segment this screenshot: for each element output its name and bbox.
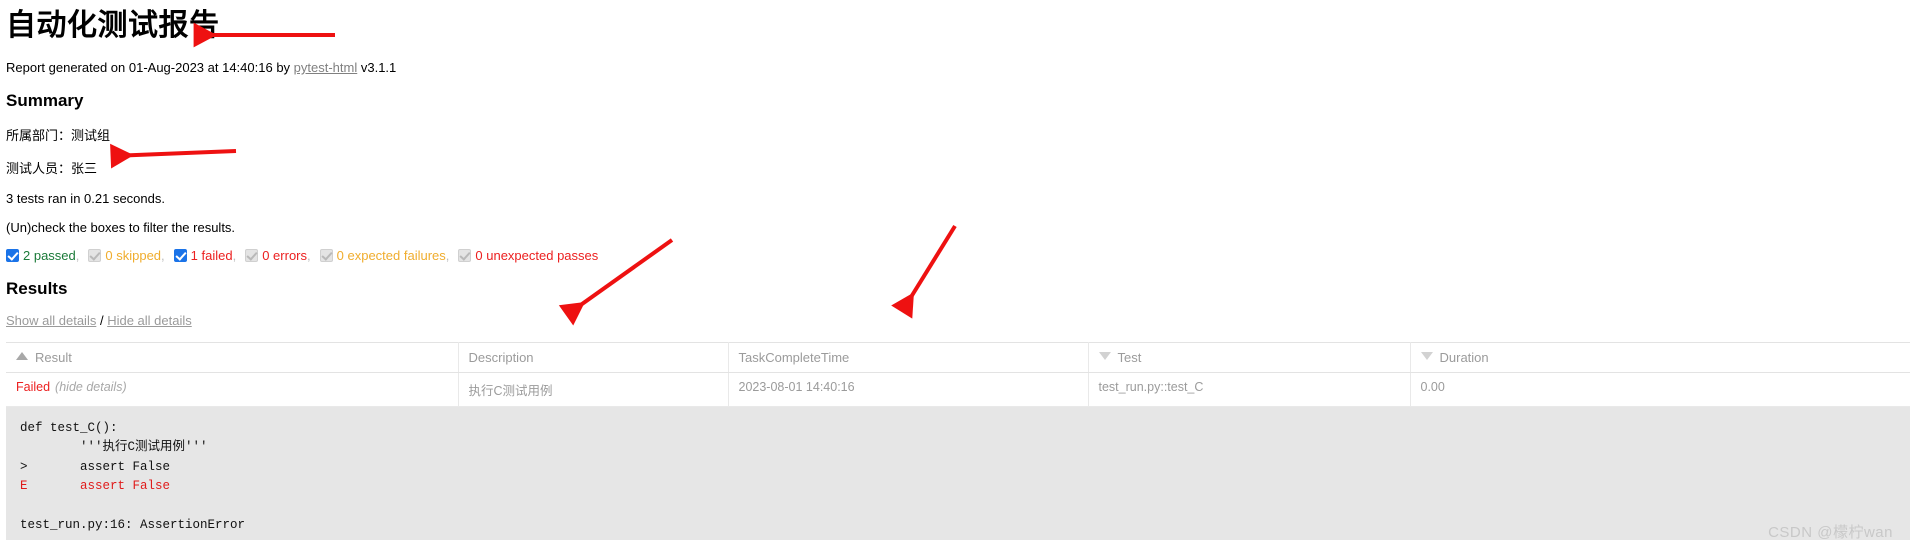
cell-taskcompletetime: 2023-08-01 14:40:16 (728, 372, 1089, 407)
column-header-description-label: Description (468, 350, 534, 365)
cell-duration: 0.00 (1410, 372, 1910, 407)
filter-errors-label: 0 errors (262, 248, 308, 263)
generated-prefix: Report generated on 01-Aug-2023 at 14:40… (6, 60, 294, 75)
column-header-taskcompletetime-label: TaskCompleteTime (738, 350, 850, 365)
filter-checkbox-row: 2 passed, 0 skipped, 1 failed, 0 errors,… (6, 248, 1911, 263)
log-line-assert: > assert False (20, 459, 171, 474)
column-header-result[interactable]: Result (6, 342, 459, 373)
log-line-assertionerror: test_run.py:16: AssertionError (20, 517, 246, 532)
checkbox-failed-icon[interactable] (173, 249, 187, 262)
page-title: 自动化测试报告 (6, 9, 220, 42)
checkbox-errors-icon[interactable] (245, 249, 259, 262)
failure-log-row: def test_C(): '''执行C测试用例''' > assert Fal… (6, 406, 1910, 540)
csdn-watermark: CSDN @檬柠wan (1768, 524, 1893, 540)
checkbox-unexpected-passes-icon[interactable] (458, 249, 472, 262)
cell-test: test_run.py::test_C (1088, 372, 1411, 407)
summary-heading: Summary (6, 91, 84, 110)
cell-description: 执行C测试用例 (458, 372, 729, 407)
table-row[interactable]: Failed (hide details) 执行C测试用例 2023-08-01 … (6, 372, 1910, 407)
show-all-details-link[interactable]: Show all details (6, 313, 96, 328)
generator-version: v3.1.1 (357, 60, 397, 75)
run-duration-line: 3 tests ran in 0.21 seconds. (6, 191, 165, 206)
annotation-arrow-tester (110, 143, 237, 169)
column-header-duration-label: Duration (1439, 350, 1489, 365)
column-header-duration[interactable]: Duration (1410, 342, 1910, 373)
details-toggle-links: Show all details / Hide all details (6, 313, 1911, 328)
pytest-html-link[interactable]: pytest-html (294, 60, 358, 75)
filter-hint-line: (Un)check the boxes to filter the result… (6, 220, 236, 235)
filter-failed[interactable]: 1 failed, (173, 248, 236, 263)
filter-expected-failures[interactable]: 0 expected failures, (319, 248, 449, 263)
filter-unexpected-passes[interactable]: 0 unexpected passes (458, 248, 598, 263)
filter-failed-label: 1 failed (190, 248, 233, 263)
results-table-header-row: Result Description TaskCompleteTime Test… (6, 342, 1910, 373)
filter-expected-failures-label: 0 expected failures (336, 248, 446, 263)
report-page: 自动化测试报告 Report generated on 01-Aug-2023 … (0, 8, 1911, 540)
filter-passed[interactable]: 2 passed, (6, 248, 79, 263)
filter-skipped-label: 0 skipped (105, 248, 162, 263)
column-header-result-label: Result (35, 350, 72, 365)
hide-details-toggle[interactable]: (hide details) (55, 380, 127, 394)
result-status-failed: Failed (16, 380, 51, 394)
column-header-test[interactable]: Test (1088, 342, 1411, 373)
sort-descending-icon (1420, 352, 1433, 360)
hide-all-details-link[interactable]: Hide all details (107, 313, 192, 328)
sort-descending-icon (1098, 352, 1111, 360)
checkbox-expected-failures-icon[interactable] (319, 249, 333, 262)
sort-ascending-icon (16, 352, 28, 360)
filter-passed-label: 2 passed (23, 248, 76, 263)
checkbox-skipped-icon[interactable] (88, 249, 102, 262)
results-heading: Results (6, 279, 68, 298)
failure-traceback: def test_C(): '''执行C测试用例''' > assert Fal… (6, 407, 1910, 540)
column-header-description[interactable]: Description (458, 342, 729, 373)
filter-unexpected-passes-label: 0 unexpected passes (475, 248, 599, 263)
filter-skipped[interactable]: 0 skipped, (88, 248, 165, 263)
cell-result: Failed (hide details) (6, 372, 459, 407)
log-line-error: E assert False (20, 479, 171, 494)
column-header-test-label: Test (1117, 350, 1142, 365)
filter-errors[interactable]: 0 errors, (245, 248, 311, 263)
column-header-taskcompletetime[interactable]: TaskCompleteTime (728, 342, 1089, 373)
links-separator: / (99, 313, 104, 328)
generated-line: Report generated on 01-Aug-2023 at 14:40… (6, 60, 1911, 75)
results-table: Result Description TaskCompleteTime Test… (6, 342, 1910, 540)
log-line-def: def test_C(): (20, 421, 118, 435)
log-line-docstring: '''执行C测试用例''' (20, 440, 208, 455)
checkbox-passed-icon[interactable] (6, 249, 19, 262)
tester-line: 测试人员：张三 (6, 161, 98, 176)
department-line: 所属部门：测试组 (6, 128, 111, 143)
failure-log-cell: def test_C(): '''执行C测试用例''' > assert Fal… (6, 406, 1910, 540)
